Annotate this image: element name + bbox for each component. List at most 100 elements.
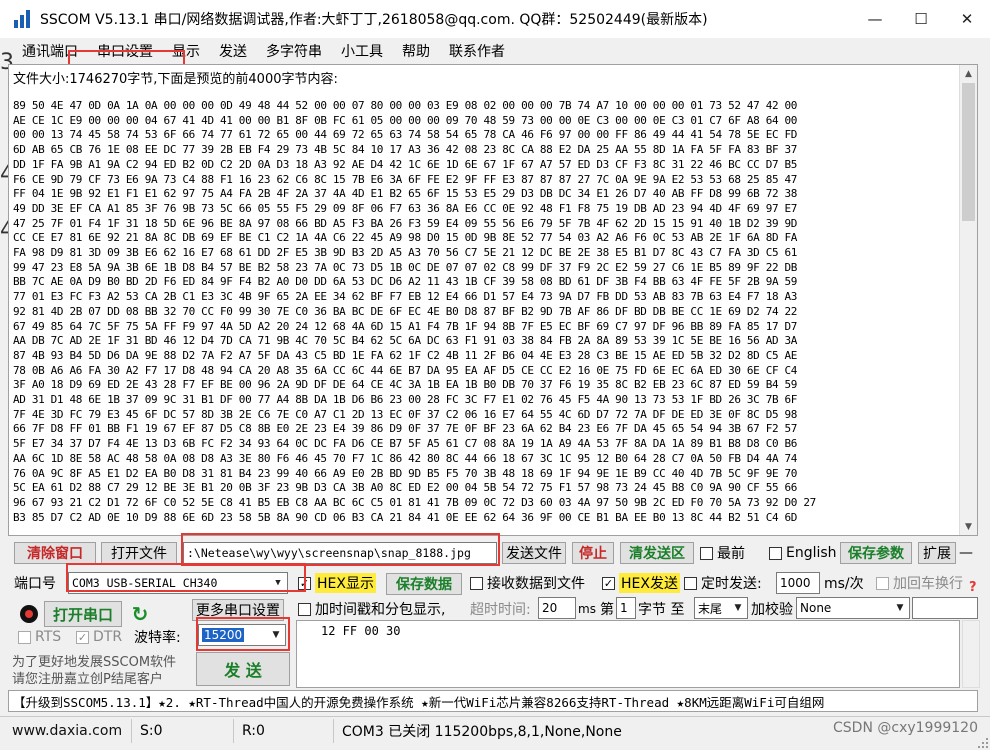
hex-line: 89 50 4E 47 0D 0A 1A 0A 00 00 00 0D 49 4… — [13, 99, 798, 112]
timestamp-checkbox[interactable]: 加时间戳和分包显示, — [298, 598, 445, 620]
hex-line: 87 4B 93 B4 5D D6 DA 9E 88 D2 7A F2 A7 5… — [13, 348, 798, 362]
more-port-settings-button[interactable]: 更多串口设置 — [192, 599, 284, 621]
port-status-icon — [20, 605, 38, 623]
receive-area[interactable]: 文件大小:1746270字节,下面是预览的前4000字节内容: 89 50 4E… — [8, 64, 978, 536]
resize-grip-icon[interactable] — [974, 734, 990, 750]
timestamp-label: 加时间戳和分包显示, — [315, 602, 446, 618]
menu-contact-author[interactable]: 联系作者 — [449, 41, 505, 61]
checksum-select[interactable]: None ▼ — [796, 597, 910, 619]
status-bar: www.daxia.com S:0 R:0 COM3 已关闭 115200bps… — [0, 716, 990, 750]
menu-comm-port[interactable]: 通讯端口 — [22, 41, 78, 61]
send-file-button[interactable]: 发送文件 — [502, 542, 566, 564]
checkmark-icon: ✓ — [298, 576, 311, 590]
receive-to-file-checkbox[interactable]: 接收数据到文件 — [470, 572, 585, 594]
open-file-button[interactable]: 打开文件 — [101, 542, 177, 564]
collapse-icon[interactable]: — — [959, 542, 973, 564]
menu-display[interactable]: 显示 — [172, 41, 200, 61]
hex-line: 92 81 4D 2B 07 DD 08 BB 32 70 CC F0 99 3… — [13, 304, 798, 318]
menu-bar: 通讯端口 串口设置 显示 发送 多字符串 小工具 帮助 联系作者 — [8, 38, 990, 64]
start-byte-input[interactable]: 1 — [616, 597, 636, 619]
port-value: COM3 USB-SERIAL CH340 — [72, 576, 218, 590]
chevron-down-icon: ▼ — [275, 578, 281, 588]
timeout-unit: ms — [578, 602, 596, 616]
add-crlf-label: 加回车换行 — [893, 576, 963, 592]
interval-unit: ms/次 — [824, 576, 864, 592]
hex-line: AA DB 7C AD 2E 1F 31 BD 46 12 D4 7D CA 7… — [13, 334, 798, 348]
promo-line: 请您注册嘉立创P结尾客户 — [12, 672, 163, 687]
hex-line: B3 85 D7 C2 AD 0E 10 D9 88 6E 6D 23 58 5… — [13, 510, 798, 524]
csdn-watermark: CSDN @cxy1999120 — [833, 720, 978, 736]
hex-preview: 89 50 4E 47 0D 0A 1A 0A 00 00 00 0D 49 4… — [13, 99, 957, 525]
receive-scrollbar[interactable]: ▲ ▼ — [959, 65, 977, 535]
website-link[interactable]: www.daxia.com — [8, 719, 132, 743]
send-input-area[interactable]: 12 FF 00 30 — [296, 620, 960, 688]
maximize-button[interactable]: ☐ — [898, 0, 944, 38]
received-count: R:0 — [238, 719, 334, 743]
close-button[interactable]: ✕ — [944, 0, 990, 38]
sent-count: S:0 — [136, 719, 234, 743]
menu-help[interactable]: 帮助 — [402, 41, 430, 61]
interval-input[interactable]: 1000 — [776, 572, 820, 594]
menu-send[interactable]: 发送 — [219, 41, 247, 61]
timeout-input[interactable]: 20 — [538, 597, 576, 619]
hex-line: 7F 4E 3D FC 79 E3 45 6F DC 57 8D 3B 2E C… — [13, 407, 798, 421]
expand-button[interactable]: 扩展 — [918, 542, 956, 564]
end-value: 末尾 — [698, 601, 723, 616]
checkbox-icon — [18, 630, 31, 644]
port-select[interactable]: COM3 USB-SERIAL CH340 ▼ — [68, 572, 288, 594]
port-state: COM3 已关闭 115200bps,8,1,None,None — [342, 724, 622, 740]
dtr-checkbox[interactable]: ✓ DTR — [76, 626, 122, 648]
timeout-label: 超时时间: — [470, 602, 531, 618]
port-label: 端口号 — [14, 576, 56, 592]
topmost-checkbox[interactable]: 最前 — [700, 542, 745, 564]
send-scrollbar[interactable] — [962, 620, 980, 688]
minimize-button[interactable]: — — [852, 0, 898, 38]
menu-serial-settings[interactable]: 串口设置 — [97, 41, 153, 61]
menu-tools[interactable]: 小工具 — [341, 41, 383, 61]
receive-to-file-label: 接收数据到文件 — [487, 576, 585, 592]
checkbox-icon — [700, 546, 713, 560]
hex-send-checkbox[interactable]: ✓ HEX发送 — [602, 572, 680, 594]
checkbox-icon — [298, 602, 311, 616]
hex-line: 47 25 7F 01 F4 1F 31 18 5D 6E 96 BE 8A 9… — [13, 216, 798, 230]
english-checkbox[interactable]: English — [769, 542, 837, 564]
send-button[interactable]: 发 送 — [196, 652, 290, 686]
refresh-icon[interactable]: ↻ — [129, 603, 151, 625]
baud-select[interactable]: 15200 ▼ — [198, 624, 286, 646]
chevron-down-icon: ▼ — [734, 603, 742, 613]
scroll-thumb[interactable] — [962, 83, 975, 221]
timed-send-label: 定时发送: — [701, 576, 762, 592]
save-params-button[interactable]: 保存参数 — [840, 542, 912, 564]
checkbox-icon — [684, 576, 697, 590]
hex-line: 96 67 93 21 C2 D1 72 6F C0 52 5E C8 41 B… — [13, 495, 816, 509]
end-select[interactable]: 末尾 ▼ — [694, 597, 748, 619]
save-data-button[interactable]: 保存数据 — [386, 573, 462, 595]
file-path-input[interactable]: :\Netease\wy\wyy\screensnap\snap_8188.jp… — [183, 542, 497, 564]
hex-send-label: HEX发送 — [619, 573, 680, 593]
news-ticker[interactable]: 【升级到SSCOM5.13.1】★2. ★RT-Thread中国人的开源免费操作… — [8, 690, 978, 712]
rts-checkbox[interactable]: RTS — [18, 626, 61, 648]
clear-send-area-button[interactable]: 清发送区 — [620, 542, 694, 564]
title-bar: SSCOM V5.13.1 串口/网络数据调试器,作者:大虾丁丁,2618058… — [0, 0, 990, 38]
scroll-up-icon[interactable]: ▲ — [960, 65, 977, 82]
hex-line: 67 49 85 64 7C 5F 75 5A FF F9 97 4A 5D A… — [13, 319, 798, 333]
checksum-extra-field[interactable] — [912, 597, 978, 619]
clear-window-button[interactable]: 清除窗口 — [14, 542, 96, 564]
hex-display-checkbox[interactable]: ✓ HEX显示 — [298, 572, 376, 594]
add-crlf-checkbox[interactable]: 加回车换行 — [876, 572, 963, 594]
topmost-label: 最前 — [717, 546, 745, 562]
chevron-down-icon: ▼ — [272, 630, 280, 640]
hex-line: CC CE E7 81 6E 92 21 8A 8C DB 69 EF BE C… — [13, 231, 798, 245]
promo-line: 为了更好地发展SSCOM软件 — [12, 655, 177, 670]
hex-line: 3F A0 18 D9 69 ED 2E 43 28 F7 EF BE 00 9… — [13, 378, 798, 392]
hex-line: BB 7C AE 0A D9 B0 BD 2D F6 ED 84 9F F4 B… — [13, 275, 798, 289]
timed-send-checkbox[interactable]: 定时发送: — [684, 572, 762, 594]
menu-multi-string[interactable]: 多字符串 — [266, 41, 322, 61]
hex-line: 66 7F D8 FF 01 BB F1 19 67 EF 87 D5 C8 8… — [13, 422, 798, 436]
stop-button[interactable]: 停止 — [572, 542, 614, 564]
window-title: SSCOM V5.13.1 串口/网络数据调试器,作者:大虾丁丁,2618058… — [40, 12, 708, 28]
scroll-down-icon[interactable]: ▼ — [960, 518, 977, 535]
hex-display-label: HEX显示 — [315, 573, 376, 593]
open-port-button[interactable]: 打开串口 — [44, 601, 122, 627]
byte-to-label: 字节 至 — [638, 602, 685, 618]
